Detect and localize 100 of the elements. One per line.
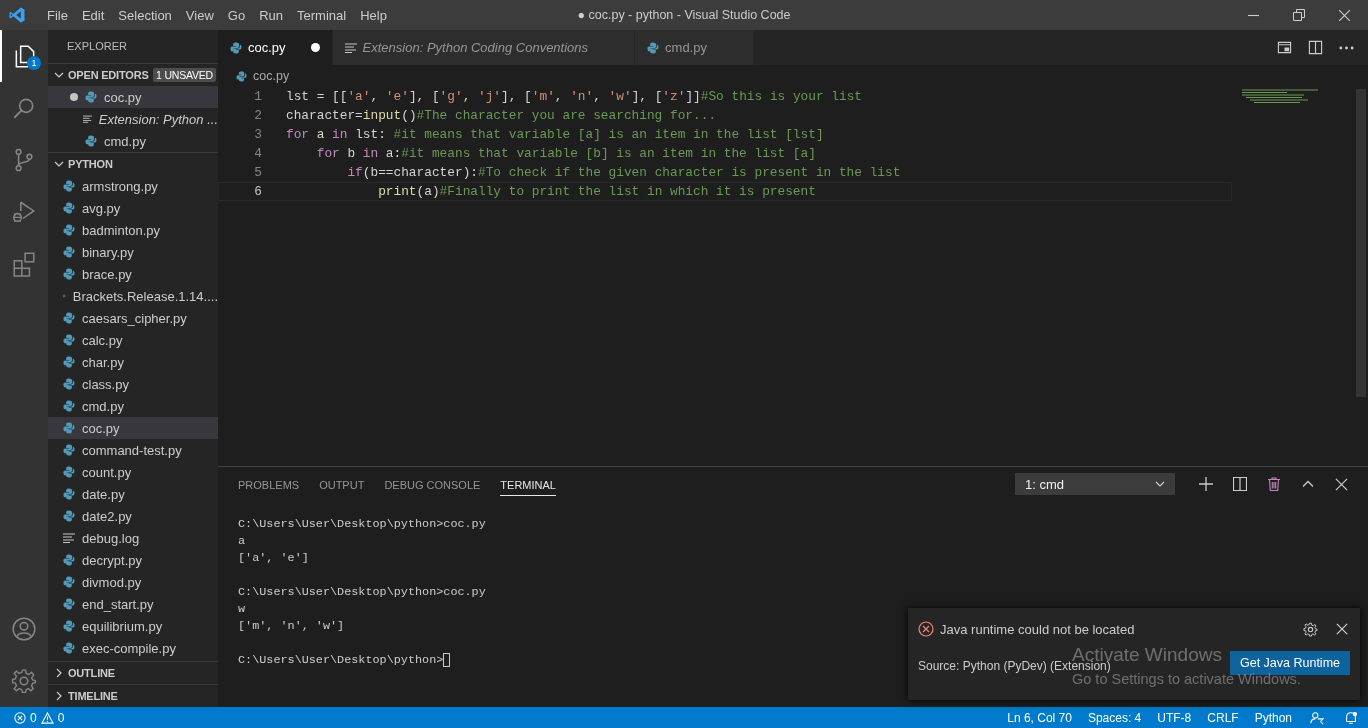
close-icon[interactable] — [1336, 623, 1348, 635]
split-terminal-icon[interactable] — [1233, 477, 1247, 491]
python-file-icon — [63, 510, 75, 522]
error-icon — [918, 621, 934, 637]
panel-tab[interactable]: DEBUG CONSOLE — [384, 472, 481, 496]
terminal-dropdown[interactable]: 1: cmd — [1015, 473, 1175, 495]
explorer-entry[interactable]: avg.py — [48, 197, 218, 219]
status-item[interactable]: Python — [1246, 710, 1300, 725]
terminal-line: ['m', 'n', 'w'] — [238, 618, 345, 633]
close-icon[interactable] — [1335, 477, 1348, 491]
menu-item[interactable]: Go — [220, 7, 253, 23]
status-item[interactable]: CRLF — [1199, 710, 1247, 725]
python-file-icon — [63, 224, 75, 236]
section-header[interactable]: PYTHON — [48, 152, 218, 175]
python-file-icon — [63, 400, 75, 412]
warning-icon — [40, 711, 54, 724]
restore-icon[interactable] — [1293, 9, 1305, 21]
python-file-icon — [63, 642, 75, 654]
code-line: for a in lst: #it means that variable [a] is an item in the list [lst] — [286, 127, 824, 142]
explorer-entry[interactable]: exec-compile.py — [48, 637, 218, 659]
notification-message: Java runtime could not be located — [940, 621, 1135, 637]
code-line: lst = [['a', 'e'], ['g', 'j'], ['m', 'n', 'w'], ['z']]#So this is your list — [286, 89, 863, 104]
explorer-entry[interactable]: date.py — [48, 483, 218, 505]
plus-icon[interactable] — [1199, 477, 1213, 491]
line-number: 3 — [253, 127, 263, 142]
menu-item[interactable]: Terminal — [290, 7, 354, 23]
open-editor-entry[interactable]: cmd.py — [48, 130, 218, 152]
explorer-entry[interactable]: date2.py — [48, 505, 218, 527]
line-number: 1 — [253, 89, 263, 104]
run-debug-icon[interactable] — [11, 199, 37, 225]
python-file-icon — [230, 41, 242, 54]
breadcrumb-item[interactable]: coc.py — [253, 69, 290, 83]
explorer-entry[interactable]: Brackets.Release.1.14.... — [48, 285, 218, 307]
explorer-entry[interactable]: end_start.py — [48, 593, 218, 615]
close-icon[interactable] — [1339, 9, 1350, 21]
explorer-entry[interactable]: divmod.py — [48, 571, 218, 593]
settings-icon[interactable] — [1303, 621, 1318, 637]
explorer-entry[interactable]: count.py — [48, 461, 218, 483]
explorer-entry[interactable]: binary.py — [48, 241, 218, 263]
menu-item[interactable]: Edit — [74, 7, 112, 23]
explorer-entry[interactable]: cmd.py — [48, 395, 218, 417]
python-file-icon — [63, 268, 75, 280]
explorer-entry[interactable]: coc.py — [48, 417, 218, 439]
menu-item[interactable]: View — [178, 7, 221, 23]
preview-icon[interactable] — [1277, 40, 1292, 55]
split-editor-icon[interactable] — [1308, 40, 1323, 55]
code-line: if(b==character):#To check if the given character is present in the list — [346, 165, 901, 180]
explorer-entry[interactable]: brace.py — [48, 263, 218, 285]
notification-badge: 1 — [27, 56, 41, 70]
editor-tab[interactable]: Extension: Python Coding Conventions — [332, 30, 636, 65]
explorer-entry[interactable]: calc.py — [48, 329, 218, 351]
open-editor-entry[interactable]: Extension: Python ... — [48, 108, 218, 130]
panel-tab[interactable]: OUTPUT — [319, 472, 365, 496]
python-file-icon — [63, 180, 75, 192]
menu-item[interactable]: Help — [353, 7, 394, 23]
terminal-line: ['a', 'e'] — [238, 550, 309, 565]
python-file-icon — [63, 202, 75, 214]
explorer-entry[interactable]: caesars_cipher.py — [48, 307, 218, 329]
explorer-entry[interactable]: armstrong.py — [48, 175, 218, 197]
python-file-icon — [85, 135, 97, 147]
menu-item[interactable]: File — [40, 7, 75, 23]
python-file-icon — [236, 70, 247, 82]
unsaved-badge: 1 UNSAVED — [153, 68, 216, 82]
status-item[interactable]: Spaces: 4 — [1079, 710, 1150, 725]
error-icon — [14, 711, 26, 724]
menu-item[interactable]: Selection — [111, 7, 179, 23]
app-logo-icon — [8, 6, 26, 24]
explorer-entry[interactable]: char.py — [48, 351, 218, 373]
python-file-icon — [63, 444, 75, 456]
editor-tab[interactable]: coc.py — [218, 30, 333, 65]
unsaved-dot-icon[interactable] — [310, 43, 320, 52]
python-file-icon — [647, 41, 660, 54]
line-number: 6 — [253, 184, 263, 199]
open-editor-entry[interactable]: coc.py — [48, 86, 218, 108]
status-item[interactable]: Ln 6, Col 70 — [999, 710, 1080, 725]
trash-icon[interactable] — [1267, 477, 1281, 491]
explorer-entry[interactable]: class.py — [48, 373, 218, 395]
explorer-entry[interactable]: decrypt.py — [48, 549, 218, 571]
problems-status[interactable]: 0 0 — [0, 707, 73, 728]
status-item[interactable]: UTF-8 — [1149, 710, 1200, 725]
explorer-entry[interactable]: badminton.py — [48, 219, 218, 241]
terminal-line: a — [238, 533, 246, 548]
explorer-entry[interactable]: debug.log — [48, 527, 218, 549]
editor-tab[interactable]: cmd.py — [635, 30, 754, 65]
explorer-entry[interactable]: equilibrium.py — [48, 615, 218, 637]
feedback-icon[interactable] — [1310, 710, 1324, 725]
python-file-icon — [63, 554, 75, 566]
bell-icon[interactable] — [1344, 710, 1358, 725]
panel-tab[interactable]: PROBLEMS — [238, 472, 300, 496]
terminal-line: C:\Users\User\Desktop\python>coc.py — [238, 584, 486, 599]
panel-tab[interactable]: TERMINAL — [500, 472, 556, 496]
python-file-icon — [63, 488, 75, 500]
explorer-entry[interactable]: command-test.py — [48, 439, 218, 461]
python-file-icon — [63, 334, 75, 346]
account-icon[interactable] — [11, 616, 37, 642]
section-header[interactable]: OUTLINE — [48, 661, 218, 684]
python-file-icon — [63, 598, 75, 610]
extensions-icon[interactable] — [11, 251, 37, 277]
more-actions-icon[interactable] — [1339, 45, 1354, 50]
menu-item[interactable]: Run — [252, 7, 290, 23]
